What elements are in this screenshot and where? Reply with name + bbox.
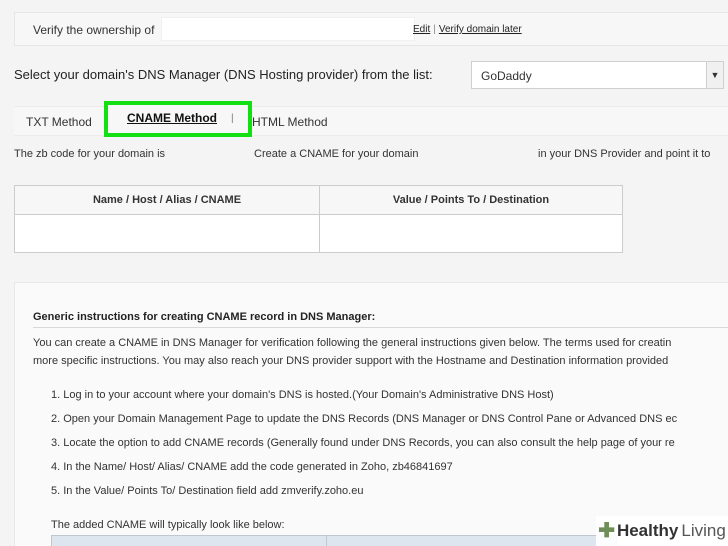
tab-cname-method[interactable]: CNAME Method — [127, 111, 217, 125]
list-item: 5. In the Value/ Points To/ Destination … — [51, 485, 364, 497]
list-item: 2. Open your Domain Management Page to u… — [51, 413, 678, 425]
dns-manager-label: Select your domain's DNS Manager (DNS Ho… — [14, 67, 433, 82]
header-value-points-to: Value / Points To / Destination — [319, 185, 623, 215]
link-separator: | — [433, 24, 436, 35]
verify-links: Edit | Verify domain later — [413, 24, 522, 35]
cell-name-host — [14, 214, 320, 253]
tab-separator: | — [231, 113, 234, 124]
point-to-text: in your DNS Provider and point it to — [538, 148, 711, 160]
plus-logo-icon: ✚ — [598, 520, 615, 542]
table-header-row: Name / Host / Alias / CNAME Value / Poin… — [14, 185, 623, 215]
method-tabs: TXT Method CNAME Method | HTML Method — [14, 101, 728, 137]
instructions-paragraph-line-1: You can create a CNAME in DNS Manager fo… — [33, 337, 672, 349]
tab-cname-highlight: CNAME Method | — [104, 101, 252, 137]
dns-manager-select[interactable]: GoDaddy ▼ — [471, 61, 724, 89]
cell-value-points-to — [319, 214, 623, 253]
generic-instructions-panel: Generic instructions for creating CNAME … — [14, 282, 728, 546]
list-item: 1. Log in to your account where your dom… — [51, 389, 554, 401]
tab-txt-method[interactable]: TXT Method — [26, 115, 92, 129]
tab-html-method[interactable]: HTML Method — [252, 115, 328, 129]
watermark-bold: Healthy — [616, 521, 679, 540]
domain-name-field — [161, 17, 415, 41]
zb-code-text: The zb code for your domain is — [14, 148, 166, 160]
edit-link[interactable]: Edit — [413, 24, 430, 35]
table-row — [14, 214, 623, 253]
list-item: 3. Locate the option to add CNAME record… — [51, 437, 675, 449]
verify-ownership-bar: Verify the ownership of Edit | Verify doma… — [14, 12, 728, 46]
example-caption: The added CNAME will typically look like… — [51, 519, 285, 531]
healthy-living-watermark: ✚ Healthy Living — [596, 516, 728, 546]
verify-later-link[interactable]: Verify domain later — [439, 24, 522, 35]
verify-label: Verify the ownership of — [33, 23, 155, 37]
example-table-header — [51, 535, 617, 546]
list-item: 4. In the Name/ Host/ Alias/ CNAME add t… — [51, 461, 453, 473]
instructions-paragraph-line-2: more specific instructions. You may also… — [33, 355, 669, 367]
header-name-host: Name / Host / Alias / CNAME — [14, 185, 320, 215]
create-cname-text: Create a CNAME for your domain — [254, 148, 419, 160]
dns-manager-selected: GoDaddy — [481, 69, 532, 83]
cname-table: Name / Host / Alias / CNAME Value / Poin… — [14, 185, 623, 253]
heading-divider — [33, 327, 728, 328]
instructions-heading: Generic instructions for creating CNAME … — [33, 311, 376, 323]
watermark-light: Living — [681, 521, 726, 540]
chevron-down-icon[interactable]: ▼ — [706, 62, 723, 88]
